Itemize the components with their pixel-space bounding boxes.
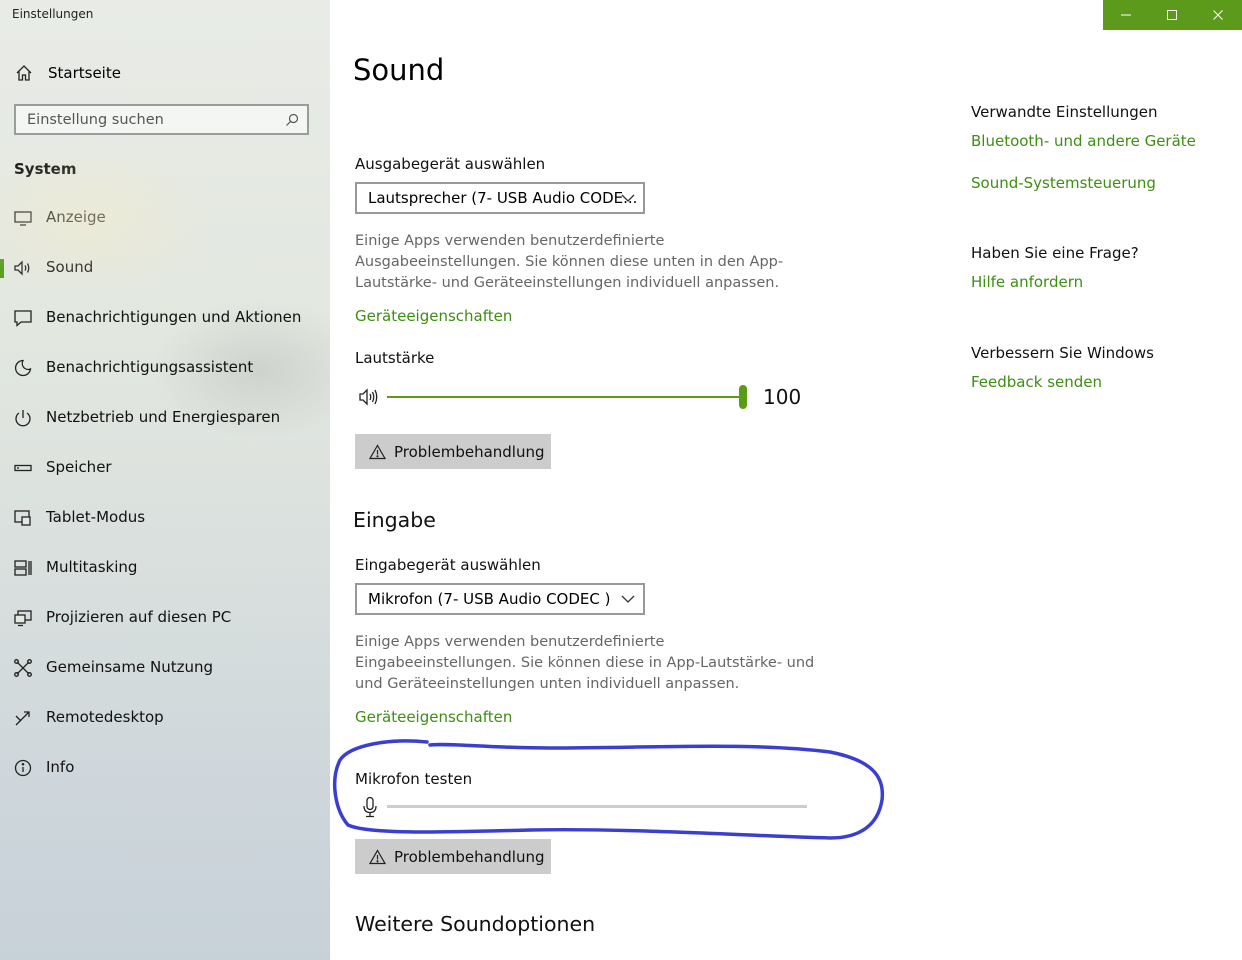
multitasking-icon	[14, 560, 32, 576]
sidebar-item-label: Benachrichtigungsassistent	[46, 358, 254, 376]
sidebar: Einstellungen Startseite System Anzeige …	[0, 0, 330, 960]
warning-icon	[369, 443, 386, 459]
output-description: Einige Apps verwenden benutzerdefinierte…	[355, 233, 784, 291]
sidebar-item-speicher[interactable]: Speicher	[0, 443, 330, 493]
improve-heading: Verbessern Sie Windows	[971, 344, 1154, 362]
help-link[interactable]: Hilfe anfordern	[971, 273, 1083, 291]
sidebar-item-assistent[interactable]: Benachrichtigungsassistent	[0, 343, 330, 393]
storage-icon	[14, 464, 32, 472]
remote-icon	[15, 711, 30, 726]
sidebar-item-label: Benachrichtigungen und Aktionen	[46, 308, 302, 326]
volume-label: Lautstärke	[355, 349, 435, 367]
input-properties-link[interactable]: Geräteeigenschaften	[355, 708, 512, 726]
input-device-value: Mikrofon (7- USB Audio CODEC )	[368, 590, 611, 608]
sidebar-item-anzeige[interactable]: Anzeige	[0, 193, 330, 243]
share-icon	[14, 659, 32, 677]
sidebar-item-sound[interactable]: Sound	[0, 243, 330, 293]
sidebar-item-remotedesktop[interactable]: Remotedesktop	[0, 693, 330, 743]
output-troubleshoot-button[interactable]: Problembehandlung	[355, 434, 551, 469]
chevron-down-icon	[621, 194, 635, 202]
troubleshoot-label: Problembehandlung	[394, 442, 545, 461]
power-icon	[15, 410, 31, 427]
troubleshoot-label: Problembehandlung	[394, 847, 545, 866]
sidebar-item-gemeinsam[interactable]: Gemeinsame Nutzung	[0, 643, 330, 693]
chevron-down-icon	[621, 595, 635, 603]
search-box[interactable]	[14, 104, 309, 135]
sidebar-item-tablet[interactable]: Tablet-Modus	[0, 493, 330, 543]
output-device-dropdown[interactable]: Lautsprecher (7- USB Audio CODE...	[355, 182, 645, 214]
sidebar-section-header: System	[14, 160, 77, 178]
monitor-icon	[14, 211, 32, 226]
sound-control-panel-link[interactable]: Sound-Systemsteuerung	[971, 174, 1156, 192]
sidebar-item-projizieren[interactable]: Projizieren auf diesen PC	[0, 593, 330, 643]
question-heading: Haben Sie eine Frage?	[971, 244, 1139, 262]
search-input[interactable]	[16, 106, 279, 133]
input-device-dropdown[interactable]: Mikrofon (7- USB Audio CODEC )	[355, 583, 645, 615]
volume-value: 100	[763, 385, 802, 409]
related-heading: Verwandte Einstellungen	[971, 103, 1158, 121]
warning-icon	[369, 848, 386, 864]
app-title: Einstellungen	[12, 7, 94, 21]
sidebar-item-label: Multitasking	[46, 558, 138, 576]
moon-icon	[14, 359, 32, 377]
mic-test-label: Mikrofon testen	[355, 770, 473, 788]
sidebar-item-energie[interactable]: Netzbetrieb und Energiesparen	[0, 393, 330, 443]
input-heading: Eingabe	[353, 508, 436, 532]
sidebar-item-label: Anzeige	[46, 208, 106, 226]
page-title: Sound	[353, 53, 445, 87]
sidebar-item-benachrichtigungen[interactable]: Benachrichtigungen und Aktionen	[0, 293, 330, 343]
sidebar-item-label: Netzbetrieb und Energiesparen	[46, 408, 281, 426]
feedback-link[interactable]: Feedback senden	[971, 373, 1102, 391]
output-properties-link[interactable]: Geräteeigenschaften	[355, 307, 512, 325]
speaker-icon[interactable]	[358, 387, 382, 407]
more-sound-options-heading: Weitere Soundoptionen	[355, 912, 596, 936]
sidebar-item-multitasking[interactable]: Multitasking	[0, 543, 330, 593]
sidebar-item-info[interactable]: Info	[0, 743, 330, 793]
bluetooth-link[interactable]: Bluetooth- und andere Geräte	[971, 132, 1196, 150]
search-icon[interactable]	[285, 113, 299, 127]
volume-slider-track[interactable]	[387, 396, 742, 398]
sidebar-nav: Anzeige Sound Benachrichtigungen und Akt…	[0, 193, 330, 793]
speaker-icon	[14, 260, 30, 276]
sidebar-item-label: Info	[46, 758, 75, 776]
sidebar-item-label: Gemeinsame Nutzung	[46, 658, 213, 676]
info-icon	[14, 759, 32, 777]
volume-slider-thumb[interactable]	[739, 385, 747, 409]
input-troubleshoot-button[interactable]: Problembehandlung	[355, 839, 551, 874]
mic-level-meter	[387, 805, 807, 808]
input-select-label: Eingabegerät auswählen	[355, 556, 541, 574]
output-select-label: Ausgabegerät auswählen	[355, 155, 546, 173]
output-device-value: Lautsprecher (7- USB Audio CODE...	[368, 189, 638, 207]
sidebar-item-label: Speicher	[46, 458, 112, 476]
project-icon	[14, 610, 32, 627]
tablet-icon	[14, 510, 31, 526]
notification-icon	[14, 310, 32, 327]
sidebar-item-label: Projizieren auf diesen PC	[46, 608, 232, 626]
sidebar-item-label: Tablet-Modus	[46, 508, 146, 526]
microphone-icon	[363, 796, 377, 818]
sidebar-home[interactable]: Startseite	[14, 62, 121, 84]
input-description: Einige Apps verwenden benutzerdefinierte…	[355, 634, 815, 692]
home-icon	[16, 65, 32, 81]
sidebar-item-label: Remotedesktop	[46, 708, 164, 726]
sidebar-home-label: Startseite	[48, 64, 121, 82]
sidebar-item-label: Sound	[46, 258, 94, 276]
